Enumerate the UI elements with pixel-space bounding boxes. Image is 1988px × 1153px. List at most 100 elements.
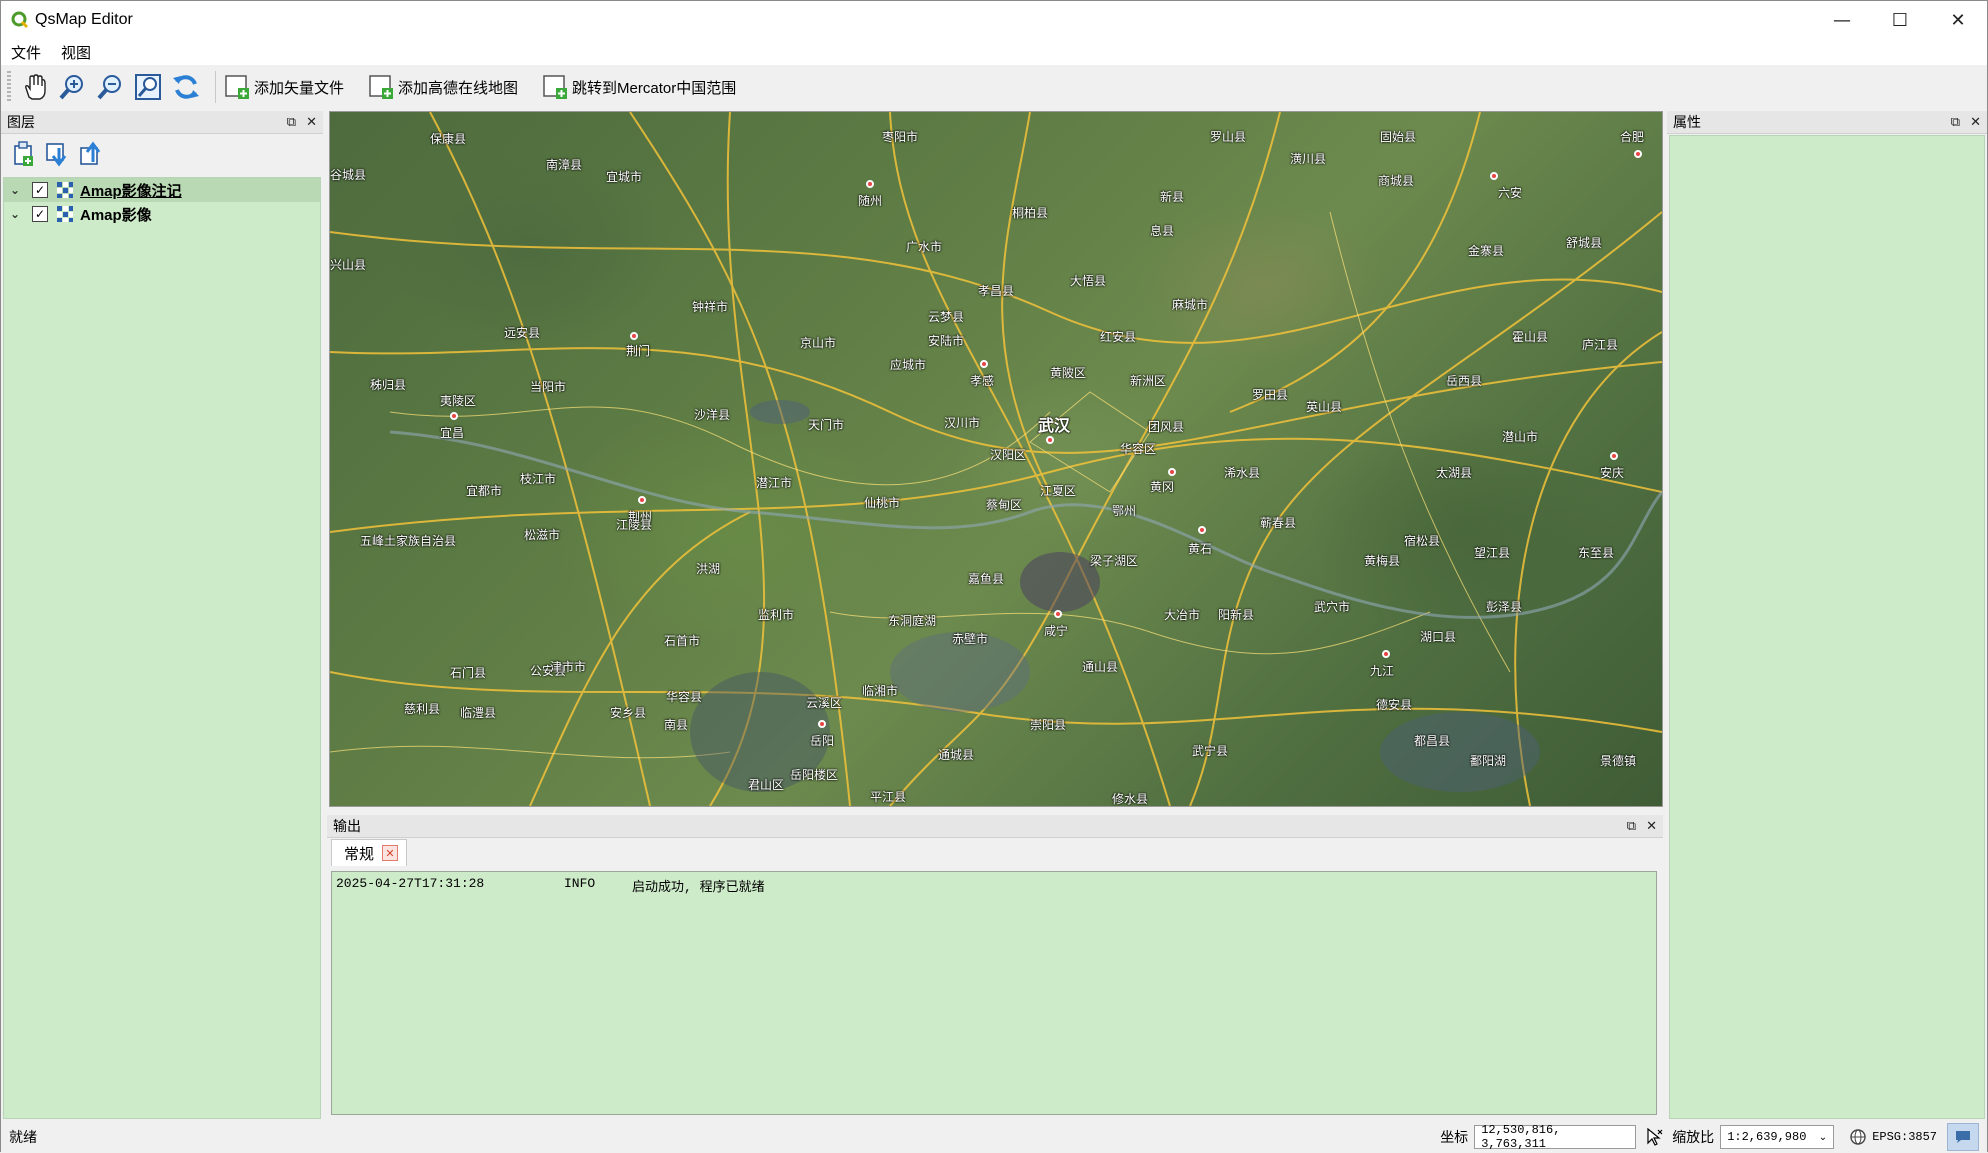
layers-tree: ⌄ ✓ Amap影像注记 ⌄ ✓ Amap影像 xyxy=(3,177,321,1119)
city-marker xyxy=(450,412,458,420)
add-amap-label: 添加高德在线地图 xyxy=(398,79,519,97)
output-tabs: 常规 ✕ xyxy=(327,838,1663,866)
qsmap-logo-icon xyxy=(11,11,29,29)
map-label: 黄石 xyxy=(1188,542,1213,556)
float-icon[interactable]: ⧉ xyxy=(1951,115,1960,130)
map-label: 天门市 xyxy=(808,418,845,432)
output-panel: 输出 ⧉ ✕ 常规 ✕ 2025-04-27T17:31:28 INFO 启动成… xyxy=(327,815,1663,1119)
attributes-panel-body xyxy=(1669,135,1985,1119)
chevron-down-icon[interactable]: ⌄ xyxy=(10,207,26,221)
crs-label[interactable]: EPSG:3857 xyxy=(1872,1130,1937,1144)
maximize-button[interactable]: ☐ xyxy=(1871,1,1929,39)
map-label: 霍山县 xyxy=(1512,330,1549,344)
map-label: 洪湖 xyxy=(696,562,721,576)
map-label: 湖口县 xyxy=(1420,630,1457,644)
map-label: 鄂州 xyxy=(1112,504,1137,518)
log-area[interactable]: 2025-04-27T17:31:28 INFO 启动成功, 程序已就绪 xyxy=(331,871,1657,1115)
map-label: 罗田县 xyxy=(1252,388,1289,402)
layer-visibility-checkbox[interactable]: ✓ xyxy=(32,182,48,198)
map-label: 通城县 xyxy=(938,748,975,762)
map-label: 云溪区 xyxy=(806,696,843,710)
float-icon[interactable]: ⧉ xyxy=(1627,819,1636,834)
raster-layer-icon xyxy=(57,206,73,222)
tab-general[interactable]: 常规 ✕ xyxy=(331,839,408,866)
map-label: 武穴市 xyxy=(1314,600,1351,614)
log-line: 2025-04-27T17:31:28 INFO 启动成功, 程序已就绪 xyxy=(332,872,1656,899)
map-label: 当阳市 xyxy=(530,380,567,394)
add-amap-button[interactable]: 添加高德在线地图 xyxy=(368,70,518,104)
map-label: 崇阳县 xyxy=(1030,718,1067,732)
map-label: 夷陵区 xyxy=(440,394,477,408)
move-layer-up-icon[interactable] xyxy=(77,140,105,168)
map-label: 大冶市 xyxy=(1164,608,1201,622)
output-panel-title-bar: 输出 ⧉ ✕ xyxy=(327,815,1663,838)
chevron-down-icon[interactable]: ⌄ xyxy=(10,183,26,197)
map-label: 赤壁市 xyxy=(952,632,989,646)
city-marker xyxy=(1198,526,1206,534)
add-vector-label: 添加矢量文件 xyxy=(254,79,345,97)
app-window: QsMap Editor — ☐ ✕ 文件 视图 添加矢量文件 添加高德在线地图… xyxy=(0,0,1988,1153)
city-marker xyxy=(980,360,988,368)
scale-select[interactable]: 1:2,639,980 ⌄ xyxy=(1720,1125,1835,1149)
map-label: 云梦县 xyxy=(928,310,965,324)
map-label: 六安 xyxy=(1498,186,1523,200)
close-button[interactable]: ✕ xyxy=(1929,1,1987,39)
add-vector-button[interactable]: 添加矢量文件 xyxy=(224,70,344,104)
map-label: 鄱阳湖 xyxy=(1470,754,1507,768)
map-label: 庐江县 xyxy=(1582,338,1619,352)
jump-mercator-button[interactable]: 跳转到Mercator中国范围 xyxy=(542,70,736,104)
menu-bar: 文件 视图 xyxy=(1,39,1987,65)
mouse-cursor-icon[interactable] xyxy=(1644,1127,1664,1147)
map-label: 慈利县 xyxy=(404,702,441,716)
scale-label: 缩放比 xyxy=(1672,1129,1715,1145)
menu-file[interactable]: 文件 xyxy=(1,42,51,63)
city-marker xyxy=(866,180,874,188)
add-group-icon[interactable] xyxy=(9,140,37,168)
map-label: 麻城市 xyxy=(1172,298,1209,312)
map-label: 景德镇 xyxy=(1600,754,1637,768)
layers-panel: 图层 ⧉ ✕ ⌄ ✓ Amap影像注记 ⌄ ✓ Amap影像 xyxy=(1,111,323,1119)
map-label: 修水县 xyxy=(1112,792,1149,806)
pan-icon[interactable] xyxy=(17,70,51,104)
toolbar-grip[interactable] xyxy=(7,71,11,103)
close-icon[interactable]: ✕ xyxy=(1970,115,1981,130)
map-label: 江夏区 xyxy=(1040,484,1077,498)
map-label: 应城市 xyxy=(890,358,927,372)
zoom-out-icon[interactable] xyxy=(93,70,127,104)
status-right: 坐标 12,530,816, 3,763,311 缩放比 1:2,639,980… xyxy=(1440,1121,1979,1153)
zoom-in-icon[interactable] xyxy=(55,70,89,104)
map-label: 都昌县 xyxy=(1414,734,1451,748)
layer-item-amap-annotation[interactable]: ⌄ ✓ Amap影像注记 xyxy=(4,178,320,202)
map-label: 南漳县 xyxy=(546,158,583,172)
attributes-panel-title-bar: 属性 ⧉ ✕ xyxy=(1667,111,1987,134)
map-label: 津市市 xyxy=(550,660,587,674)
minimize-button[interactable]: — xyxy=(1813,1,1871,39)
coordinate-field[interactable]: 12,530,816, 3,763,311 xyxy=(1474,1123,1637,1151)
map-label: 仙桃市 xyxy=(864,496,901,510)
city-marker xyxy=(638,496,646,504)
map-canvas[interactable]: 武汉 孝感 黄冈 黄石 荆州 荆门 宜昌 咸宁 岳阳 九江 安庆 六安 合肥 随… xyxy=(329,111,1663,807)
menu-view[interactable]: 视图 xyxy=(51,42,101,63)
move-layer-down-icon[interactable] xyxy=(43,140,71,168)
refresh-icon[interactable] xyxy=(169,70,203,104)
messages-button[interactable] xyxy=(1947,1123,1979,1151)
map-label: 华容县 xyxy=(666,690,703,704)
layer-name: Amap影像 xyxy=(80,206,152,224)
layer-visibility-checkbox[interactable]: ✓ xyxy=(32,206,48,222)
map-label: 孝感 xyxy=(970,374,995,388)
close-tab-icon[interactable]: ✕ xyxy=(382,845,399,861)
globe-icon[interactable] xyxy=(1848,1127,1868,1147)
map-label: 九江 xyxy=(1370,664,1395,678)
city-marker xyxy=(818,720,826,728)
map-label: 五峰土家族自治县 xyxy=(360,534,457,548)
zoom-full-icon[interactable] xyxy=(131,70,165,104)
layer-item-amap-imagery[interactable]: ⌄ ✓ Amap影像 xyxy=(4,202,320,226)
map-label: 太湖县 xyxy=(1436,466,1473,480)
map-label: 红安县 xyxy=(1100,330,1137,344)
map-label: 保康县 xyxy=(430,132,467,146)
float-icon[interactable]: ⧉ xyxy=(287,115,296,130)
close-icon[interactable]: ✕ xyxy=(1646,819,1657,834)
close-icon[interactable]: ✕ xyxy=(306,115,317,130)
add-layer-icon xyxy=(543,75,568,99)
map-label: 望江县 xyxy=(1474,546,1511,560)
